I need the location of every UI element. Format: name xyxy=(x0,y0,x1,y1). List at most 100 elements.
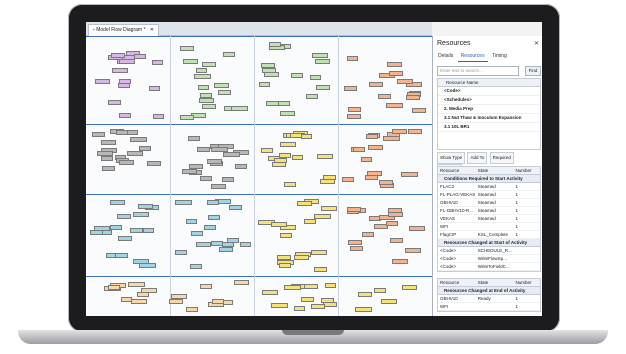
activity-node[interactable] xyxy=(270,303,288,309)
activity-node[interactable] xyxy=(283,285,301,291)
close-panel-icon[interactable]: ✕ xyxy=(534,40,539,47)
activity-node[interactable] xyxy=(408,226,425,232)
activity-node[interactable] xyxy=(203,224,216,230)
activity-node[interactable] xyxy=(379,179,394,185)
activity-node[interactable] xyxy=(91,131,105,137)
activity-node[interactable] xyxy=(119,112,132,118)
activity-node[interactable] xyxy=(182,58,198,64)
activity-node[interactable] xyxy=(300,296,314,302)
activity-node[interactable] xyxy=(263,71,279,77)
activity-node[interactable] xyxy=(378,94,392,99)
activity-node[interactable] xyxy=(223,51,236,57)
activity-node[interactable] xyxy=(290,72,303,78)
activity-node[interactable] xyxy=(193,74,211,80)
activity-node[interactable] xyxy=(396,79,413,85)
activity-node[interactable] xyxy=(114,253,128,259)
tab-resources[interactable]: Resources xyxy=(457,52,488,62)
activity-node[interactable] xyxy=(311,304,326,310)
activity-node[interactable] xyxy=(228,204,242,210)
activity-node[interactable] xyxy=(344,86,358,92)
activity-node[interactable] xyxy=(132,212,149,218)
activity-node[interactable] xyxy=(364,175,378,181)
activity-node[interactable] xyxy=(239,241,251,247)
activity-node[interactable] xyxy=(400,171,418,177)
activity-node[interactable] xyxy=(179,115,194,121)
activity-node[interactable] xyxy=(303,218,316,224)
activity-node[interactable] xyxy=(362,232,375,238)
activity-node[interactable] xyxy=(152,59,164,65)
activity-node[interactable] xyxy=(296,201,312,207)
activity-node[interactable] xyxy=(195,68,207,74)
activity-node[interactable] xyxy=(278,100,291,106)
tree-item[interactable]: 3.1 Nut Thaw & Inoculum Expansion xyxy=(438,114,540,123)
activity-node[interactable] xyxy=(218,89,232,95)
activity-node[interactable] xyxy=(407,129,422,135)
activity-node[interactable] xyxy=(199,92,212,98)
table-row[interactable]: FL-PLAG-VEKAS Steamed 1 xyxy=(438,191,540,199)
activity-node[interactable] xyxy=(174,199,192,205)
activity-node[interactable] xyxy=(291,154,303,160)
activity-node[interactable] xyxy=(182,169,198,175)
diagram-canvas[interactable] xyxy=(86,36,432,316)
activity-node[interactable] xyxy=(111,67,128,73)
activity-node[interactable] xyxy=(127,150,144,156)
activity-node[interactable] xyxy=(314,214,332,220)
tree-item[interactable]: 3.1 10L BR1 xyxy=(438,123,540,132)
activity-node[interactable] xyxy=(269,42,282,48)
activity-node[interactable] xyxy=(190,231,203,237)
table-row[interactable]: <Code> WriteToFieldC... xyxy=(438,263,540,271)
activity-node[interactable] xyxy=(390,238,404,244)
table-row[interactable]: GBHV10 Steamed 1 xyxy=(438,199,540,207)
table-row[interactable]: VEKAS Steamed 1 xyxy=(438,215,540,223)
activity-node[interactable] xyxy=(195,242,211,248)
activity-node[interactable] xyxy=(259,81,271,87)
activity-node[interactable] xyxy=(179,45,194,51)
activity-node[interactable] xyxy=(303,284,318,290)
activity-node[interactable] xyxy=(152,113,164,119)
activity-node[interactable] xyxy=(347,107,361,113)
activity-node[interactable] xyxy=(261,289,278,295)
activity-node[interactable] xyxy=(202,104,217,110)
activity-node[interactable] xyxy=(234,163,247,169)
activity-node[interactable] xyxy=(366,133,379,139)
table-row[interactable]: GBHV10 Ready 1 xyxy=(438,295,540,303)
section-header[interactable]: Resources Changed at End of Activity xyxy=(438,287,540,295)
activity-node[interactable] xyxy=(138,203,154,209)
activity-node[interactable] xyxy=(212,298,225,304)
activity-node[interactable] xyxy=(134,53,147,59)
activity-node[interactable] xyxy=(233,280,249,286)
activity-node[interactable] xyxy=(321,206,338,212)
activity-node[interactable] xyxy=(385,220,398,226)
activity-node[interactable] xyxy=(314,59,330,64)
activity-node[interactable] xyxy=(368,145,384,151)
activity-node[interactable] xyxy=(320,178,336,184)
tab-details[interactable]: Details xyxy=(435,52,456,61)
activity-node[interactable] xyxy=(199,175,212,181)
section-header[interactable]: Conditions Required to Start Activity xyxy=(438,175,540,183)
activity-node[interactable] xyxy=(222,177,235,183)
activity-node[interactable] xyxy=(185,307,198,313)
activity-node[interactable] xyxy=(96,151,113,157)
activity-node[interactable] xyxy=(130,298,147,304)
activity-node[interactable] xyxy=(280,233,293,239)
activity-node[interactable] xyxy=(199,98,215,104)
table-row[interactable]: FLAC2 Steamed 1 xyxy=(438,183,540,191)
activity-node[interactable] xyxy=(347,240,362,246)
activity-node[interactable] xyxy=(186,218,198,224)
activity-node[interactable] xyxy=(129,228,143,234)
activity-node[interactable] xyxy=(108,99,122,105)
activity-node[interactable] xyxy=(198,85,210,91)
activity-node[interactable] xyxy=(199,284,212,290)
tree-item[interactable]: <Code> xyxy=(438,87,540,96)
activity-node[interactable] xyxy=(373,287,386,293)
search-input[interactable]: Enter text to search... xyxy=(437,66,519,76)
activity-node[interactable] xyxy=(202,61,217,67)
activity-node[interactable] xyxy=(110,200,126,206)
activity-node[interactable] xyxy=(100,156,113,162)
activity-node[interactable] xyxy=(211,147,229,153)
add-to-button[interactable]: Add To xyxy=(467,152,488,164)
table-row[interactable]: FlagCIP KSL_Complete 1 xyxy=(438,231,540,239)
activity-node[interactable] xyxy=(211,240,224,246)
activity-node[interactable] xyxy=(148,85,160,91)
activity-node[interactable] xyxy=(411,107,426,113)
